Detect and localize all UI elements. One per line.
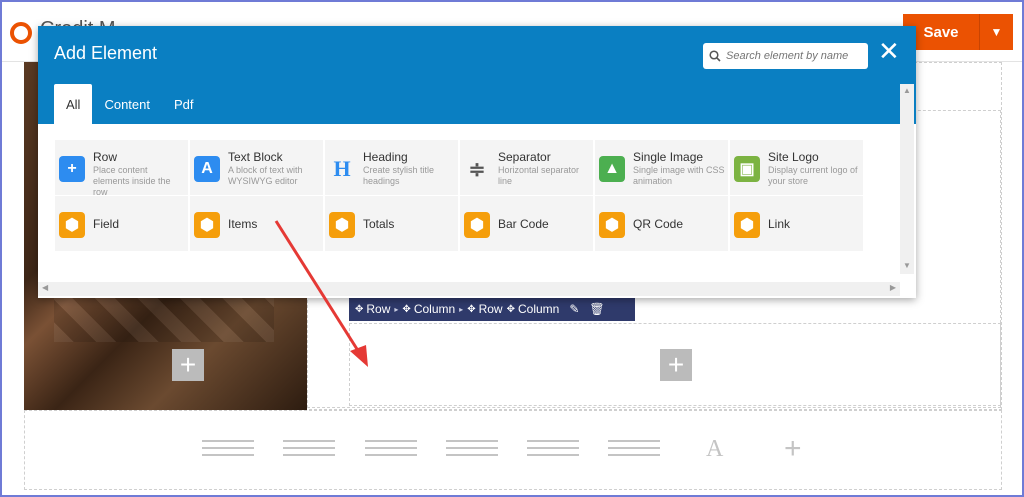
element-card-separator[interactable]: ≑ Separator Horizontal separator line (460, 140, 593, 195)
layout-3-columns-icon[interactable] (365, 440, 417, 460)
heading-icon: H (333, 156, 351, 181)
element-name: Items (228, 217, 258, 231)
element-card-qr-code[interactable]: ⬢ QR Code (595, 196, 728, 251)
element-name: Row (93, 150, 118, 164)
modal-title: Add Element (54, 43, 158, 63)
text-element-icon[interactable]: A (706, 436, 723, 463)
scroll-left-icon[interactable]: ◀ (42, 283, 48, 292)
element-grid: + Row Place content elements inside the ro… (55, 140, 863, 252)
trash-icon[interactable]: 🗑 (589, 302, 604, 316)
save-options-dropdown[interactable]: ▼ (979, 14, 1013, 50)
box-icon: ⬢ (464, 212, 490, 238)
annotation-arrow-shaft (274, 220, 364, 358)
breadcrumb-column-1[interactable]: ✥ Column (402, 302, 455, 316)
layout-options-row (24, 410, 1002, 490)
modal-header: Add Element ✕ All Content Pdf (38, 26, 916, 124)
image-icon: ▲ (599, 156, 625, 182)
box-icon: ⬢ (734, 212, 760, 238)
element-name: Field (93, 217, 120, 231)
element-card-text-block[interactable]: A Text Block A block of text with WYSIWYG … (190, 140, 323, 195)
pencil-icon[interactable]: ✎ (569, 302, 579, 316)
plus-icon: + (59, 156, 85, 182)
element-description: Create stylish title headings (363, 165, 435, 186)
add-layout-icon[interactable]: + (784, 432, 802, 466)
element-description: Place content elements inside the row (93, 165, 171, 197)
element-name: QR Code (633, 217, 684, 231)
element-breadcrumb: ✥ Row ▸ ✥ Column ▸ ✥ Row ✥ Column ✎ 🗑 (349, 297, 635, 321)
element-card-link[interactable]: ⬢ Link (730, 196, 863, 251)
move-icon: ✥ (467, 303, 476, 315)
box-icon: ⬢ (59, 212, 85, 238)
scroll-right-icon[interactable]: ▶ (890, 283, 896, 292)
element-name: Single Image (633, 150, 704, 164)
element-name: Heading (363, 150, 408, 164)
tab-pdf[interactable]: Pdf (162, 84, 206, 124)
move-icon: ✥ (402, 303, 411, 315)
layout-5-columns-icon[interactable] (527, 440, 580, 460)
scroll-down-icon[interactable]: ▼ (903, 261, 911, 270)
element-description: Horizontal separator line (498, 165, 580, 186)
element-description: Single image with CSS animation (633, 165, 725, 186)
element-name: Text Block (228, 150, 283, 164)
text-block-icon: A (194, 156, 220, 182)
scroll-up-icon[interactable]: ▲ (903, 86, 911, 95)
breadcrumb-column-2[interactable]: ✥ Column (507, 302, 560, 316)
element-name: Separator (498, 150, 551, 164)
element-name: Bar Code (498, 217, 549, 231)
box-icon: ⬢ (599, 212, 625, 238)
element-card-site-logo[interactable]: ▣ Site Logo Display current logo of your s… (730, 140, 863, 195)
layout-1-column-icon[interactable] (202, 440, 254, 460)
tab-bar: All Content Pdf (54, 84, 206, 124)
search-icon (709, 50, 721, 62)
element-card-row[interactable]: + Row Place content elements inside the ro… (55, 140, 188, 197)
vertical-scrollbar[interactable]: ▲ ▼ (900, 84, 914, 274)
element-name: Link (768, 217, 791, 231)
search-box (703, 43, 868, 69)
element-card-single-image[interactable]: ▲ Single Image Single image with CSS anima… (595, 140, 728, 195)
element-card-field[interactable]: ⬢ Field (55, 196, 188, 251)
tab-all[interactable]: All (54, 84, 93, 124)
breadcrumb-row-2[interactable]: ✥ Row (467, 302, 502, 316)
element-name: Site Logo (768, 150, 819, 164)
element-description: A block of text with WYSIWYG editor (228, 165, 303, 186)
chevron-right-icon: ▸ (394, 304, 399, 314)
separator-icon: ≑ (468, 158, 486, 181)
search-input[interactable] (726, 50, 861, 62)
chevron-right-icon: ▸ (459, 304, 464, 314)
site-logo-icon: ▣ (734, 156, 760, 182)
close-icon[interactable]: ✕ (878, 38, 900, 64)
layout-2-columns-icon[interactable] (283, 440, 335, 460)
box-icon: ⬢ (194, 212, 220, 238)
add-element-modal: Add Element ✕ All Content Pdf + RowPlace … (38, 26, 916, 298)
annotation-arrow (274, 220, 368, 367)
tab-content[interactable]: Content (92, 84, 162, 124)
app-logo-icon (10, 22, 32, 44)
element-description: Display current logo of your store (768, 165, 858, 186)
element-card-heading[interactable]: H Heading Create stylish title headings (325, 140, 458, 195)
add-element-button-left[interactable]: + (172, 349, 204, 381)
horizontal-scrollbar[interactable]: ◀ ▶ (38, 282, 900, 296)
element-card-bar-code[interactable]: ⬢ Bar Code (460, 196, 593, 251)
move-icon: ✥ (506, 303, 515, 315)
annotation-arrow-head (350, 345, 368, 367)
layout-6-columns-icon[interactable] (608, 440, 660, 460)
layout-4-columns-icon[interactable] (446, 440, 498, 460)
caret-down-icon: ▼ (990, 25, 1003, 39)
